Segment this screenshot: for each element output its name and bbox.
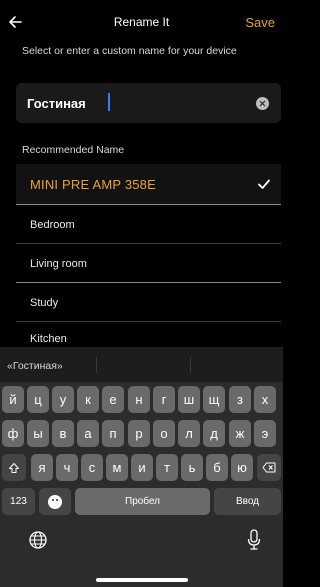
key[interactable]: э (254, 420, 276, 447)
backspace-icon (262, 462, 276, 473)
key[interactable]: ж (229, 420, 251, 447)
numbers-key[interactable]: 123 (2, 488, 35, 515)
key[interactable]: г (153, 386, 175, 413)
recommended-item[interactable]: Living room (16, 244, 281, 282)
key[interactable]: а (77, 420, 99, 447)
key[interactable]: х (254, 386, 276, 413)
recommended-item[interactable]: Study (16, 283, 281, 321)
keyboard-suggestion[interactable]: «Гостиная» (7, 360, 63, 372)
key[interactable]: к (77, 386, 99, 413)
emoji-key[interactable] (39, 488, 71, 515)
key[interactable]: з (229, 386, 251, 413)
key[interactable]: с (81, 454, 103, 481)
shift-icon (9, 462, 19, 473)
shift-key[interactable] (2, 454, 26, 481)
microphone-icon[interactable] (246, 529, 262, 551)
backspace-key[interactable] (257, 454, 281, 481)
key[interactable]: т (156, 454, 178, 481)
key[interactable]: о (153, 420, 175, 447)
clear-icon[interactable] (256, 97, 269, 110)
key[interactable]: п (102, 420, 124, 447)
recommended-item-label: Study (30, 297, 59, 309)
recommended-item-selected[interactable]: MINI PRE AMP 358E (16, 164, 281, 204)
device-name-value: Гостиная (27, 96, 86, 111)
key[interactable]: д (203, 420, 225, 447)
key[interactable]: ч (56, 454, 78, 481)
key[interactable]: р (128, 420, 150, 447)
keyboard-suggestion-bar: «Гостиная» (0, 347, 283, 387)
key[interactable]: б (206, 454, 228, 481)
recommended-item-label: Bedroom (30, 219, 75, 231)
home-indicator (96, 578, 188, 582)
recommended-item[interactable]: Kitchen (16, 322, 281, 348)
text-cursor (108, 93, 110, 111)
key[interactable]: ь (181, 454, 203, 481)
space-key[interactable]: Пробел (75, 488, 210, 515)
divider (190, 357, 191, 373)
key[interactable]: м (106, 454, 128, 481)
divider (96, 357, 97, 373)
key[interactable]: ш (178, 386, 200, 413)
key[interactable]: в (52, 420, 74, 447)
keyboard: й ц у к е н г ш щ з х ф ы в а п р о л д … (0, 382, 283, 587)
recommended-item-label: Kitchen (30, 333, 67, 345)
page-title: Rename It (113, 15, 170, 29)
key[interactable]: у (52, 386, 74, 413)
key[interactable]: н (128, 386, 150, 413)
emoji-icon (48, 494, 62, 509)
key[interactable]: е (102, 386, 124, 413)
key[interactable]: ц (27, 386, 49, 413)
checkmark-icon (258, 179, 270, 189)
key[interactable]: ф (2, 420, 24, 447)
key[interactable]: ы (27, 420, 49, 447)
key[interactable]: й (2, 386, 24, 413)
recommended-section-label: Recommended Name (22, 144, 125, 156)
return-key[interactable]: Ввод (214, 488, 281, 515)
key[interactable]: щ (203, 386, 225, 413)
key[interactable]: ю (231, 454, 253, 481)
recommended-item[interactable]: Bedroom (16, 205, 281, 243)
globe-icon[interactable] (28, 530, 48, 550)
recommended-item-label: MINI PRE AMP 358E (30, 177, 156, 192)
save-button[interactable]: Save (245, 15, 275, 30)
key[interactable]: я (31, 454, 53, 481)
key[interactable]: и (131, 454, 153, 481)
instruction-text: Select or enter a custom name for your d… (22, 45, 237, 57)
nav-bar: Rename It Save (0, 0, 283, 38)
key[interactable]: л (178, 420, 200, 447)
device-name-field[interactable]: Гостиная (16, 83, 281, 123)
recommended-item-label: Living room (30, 258, 87, 270)
